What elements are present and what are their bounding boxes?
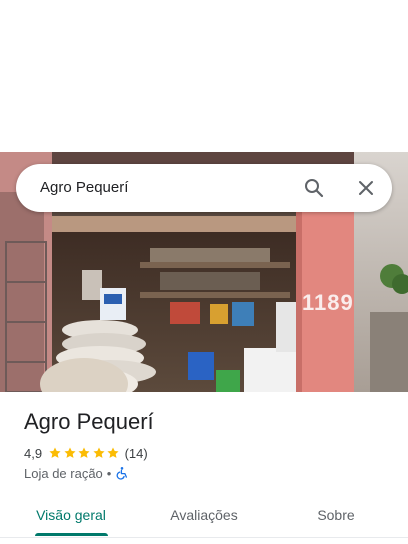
separator-dot: • — [106, 465, 112, 481]
wheelchair-icon[interactable] — [115, 466, 129, 480]
category-row: Loja de ração • — [24, 465, 129, 481]
close-icon — [359, 181, 373, 195]
star-icon — [49, 447, 61, 458]
tab-avaliacoes[interactable]: Avaliações — [150, 493, 258, 536]
place-tabs: Visão geral Avaliações Sobre — [0, 493, 408, 538]
search-button[interactable] — [302, 176, 326, 200]
star-icon — [78, 447, 90, 458]
review-count[interactable]: (14) — [125, 446, 148, 461]
close-button[interactable] — [354, 176, 378, 200]
search-icon — [305, 179, 324, 198]
rating-value: 4,9 — [24, 445, 43, 461]
place-title: Agro Pequerí — [24, 409, 154, 434]
search-query[interactable]: Agro Pequerí — [40, 179, 128, 196]
active-tab-indicator — [35, 533, 108, 536]
search-bar[interactable]: Agro Pequerí — [16, 164, 392, 212]
storefront-number: 1189 — [302, 290, 354, 315]
tab-sobre[interactable]: Sobre — [290, 493, 382, 536]
rating-row[interactable]: 4,9 (14) — [24, 445, 148, 461]
star-icon — [107, 447, 119, 458]
star-icon — [64, 447, 76, 458]
place-category: Loja de ração — [24, 465, 103, 481]
star-icon — [93, 447, 105, 458]
tab-visao-geral[interactable]: Visão geral — [22, 493, 120, 536]
rating-stars — [48, 446, 121, 460]
